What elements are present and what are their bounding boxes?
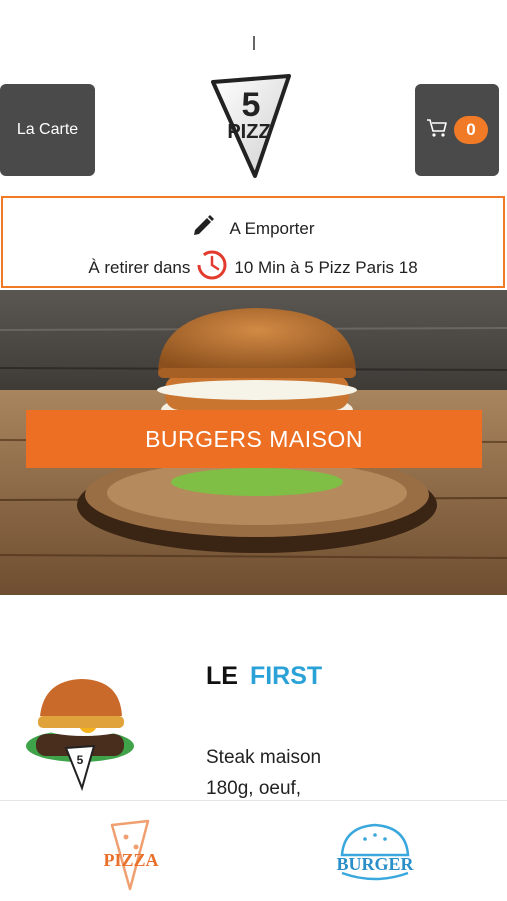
tab-burger-label: BURGER xyxy=(336,854,414,874)
product-title[interactable]: LE FIRST xyxy=(206,662,322,691)
product-description: Steak maison 180g, oeuf, xyxy=(206,742,466,804)
logo-text: PIZZ xyxy=(227,121,270,143)
clock-icon xyxy=(196,249,228,286)
cart-icon xyxy=(426,118,448,143)
brand-logo: 5 PIZZ xyxy=(205,72,297,182)
status-indicator xyxy=(253,36,255,50)
pizza-icon: PIZZA xyxy=(103,819,159,891)
burger-product-image[interactable]: 5 xyxy=(22,676,138,792)
tab-burger[interactable]: BURGER xyxy=(320,819,430,894)
burger-icon: BURGER xyxy=(336,823,415,881)
pickup-detail-text: 10 Min à 5 Pizz Paris 18 xyxy=(234,257,418,277)
tab-pizza-label: PIZZA xyxy=(103,850,158,870)
product-description-line1: Steak maison xyxy=(206,747,322,768)
order-info-panel[interactable]: A Emporter À retirer dans 10 Min à 5 Piz… xyxy=(1,196,505,288)
pencil-icon[interactable] xyxy=(191,214,215,243)
tab-pizza[interactable]: PIZZA xyxy=(76,819,186,894)
bottom-navigation: PIZZA BURGER xyxy=(0,800,507,901)
product-title-part1: LE xyxy=(206,662,238,690)
category-title-banner[interactable]: BURGERS MAISON xyxy=(26,410,482,468)
order-mode-text: A Emporter xyxy=(229,218,315,238)
pickup-prefix-text: À retirer dans xyxy=(88,257,191,277)
cart-button[interactable]: 0 xyxy=(415,84,499,176)
menu-button-label: La Carte xyxy=(16,121,79,138)
cart-count-badge: 0 xyxy=(454,116,488,144)
menu-button[interactable]: La Carte xyxy=(0,84,95,176)
svg-text:5: 5 xyxy=(77,753,84,767)
product-title-part2: FIRST xyxy=(249,662,323,690)
logo-number: 5 xyxy=(242,86,261,124)
